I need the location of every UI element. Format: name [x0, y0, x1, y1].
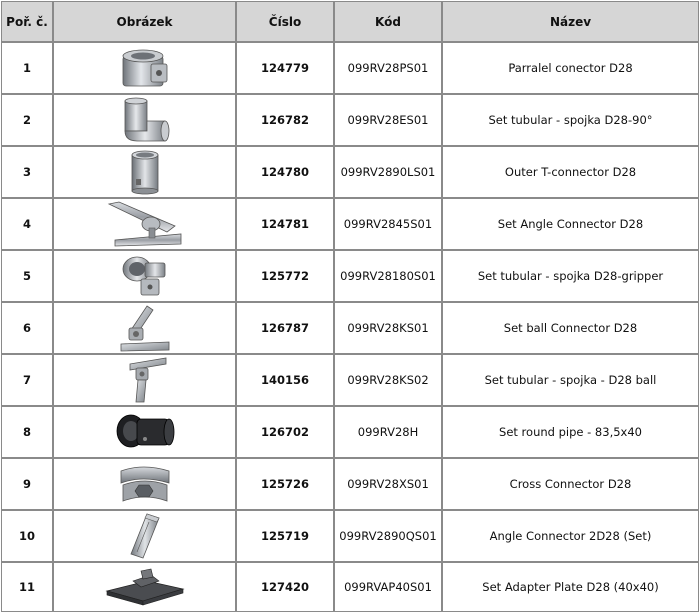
product-code: 099RV2890QS01: [334, 510, 442, 562]
header-kod: Kód: [334, 1, 442, 42]
row-number: 8: [1, 406, 53, 458]
parallel-connector-icon: [122, 49, 167, 87]
table-row: 3 124780 099RV2890LS01 Outer T-connector…: [1, 146, 699, 198]
cross-connector-icon: [120, 466, 169, 502]
table-row: 2 126782 099RV28ES01 Set tubular - spojk…: [1, 94, 699, 146]
header-cislo: Číslo: [236, 1, 334, 42]
angle-connector-icon: [107, 201, 181, 247]
row-number: 10: [1, 510, 53, 562]
table-row: 8 126702 099RV28H Set round pipe - 83,5x…: [1, 406, 699, 458]
row-number: 2: [1, 94, 53, 146]
product-name: Set tubular - spojka - D28 ball: [442, 354, 699, 406]
product-code: 099RV28XS01: [334, 458, 442, 510]
ball-connector-2-icon: [129, 357, 166, 403]
row-number: 4: [1, 198, 53, 250]
product-name: Angle Connector 2D28 (Set): [442, 510, 699, 562]
product-code: 099RV28180S01: [334, 250, 442, 302]
angle-connector-2d-icon: [129, 513, 160, 559]
product-image: [53, 302, 236, 354]
product-number: 126702: [236, 406, 334, 458]
product-code: 099RVAP40S01: [334, 562, 442, 612]
row-number: 7: [1, 354, 53, 406]
row-number: 1: [1, 42, 53, 94]
product-name: Set round pipe - 83,5x40: [442, 406, 699, 458]
product-name: Set tubular - spojka D28-90°: [442, 94, 699, 146]
product-image: [53, 198, 236, 250]
elbow-connector-icon: [124, 97, 169, 142]
product-name: Cross Connector D28: [442, 458, 699, 510]
product-name: Set Angle Connector D28: [442, 198, 699, 250]
product-code: 099RV2890LS01: [334, 146, 442, 198]
product-number: 125719: [236, 510, 334, 562]
product-name: Set Adapter Plate D28 (40x40): [442, 562, 699, 612]
product-image: [53, 146, 236, 198]
row-number: 3: [1, 146, 53, 198]
product-image: [53, 510, 236, 562]
table-row: 4 124781 099RV2845S01 Set Angle Connecto…: [1, 198, 699, 250]
product-image: [53, 94, 236, 146]
row-number: 5: [1, 250, 53, 302]
table-row: 7 140156 099RV28KS02 Set tubular - spojk…: [1, 354, 699, 406]
gripper-connector-icon: [122, 256, 165, 296]
header-image: Obrázek: [53, 1, 236, 42]
product-number: 127420: [236, 562, 334, 612]
product-number: 125772: [236, 250, 334, 302]
row-number: 6: [1, 302, 53, 354]
ball-connector-icon: [120, 305, 169, 352]
product-code: 099RV28KS01: [334, 302, 442, 354]
product-code: 099RV28H: [334, 406, 442, 458]
header-nazev: Název: [442, 1, 699, 42]
table-row: 5 125772 099RV28180S01 Set tubular - spo…: [1, 250, 699, 302]
product-name: Set tubular - spojka D28-gripper: [442, 250, 699, 302]
product-number: 140156: [236, 354, 334, 406]
product-image: [53, 406, 236, 458]
product-image: [53, 458, 236, 510]
t-connector-icon: [131, 150, 158, 195]
product-name: Set ball Connector D28: [442, 302, 699, 354]
product-image: [53, 354, 236, 406]
product-number: 126787: [236, 302, 334, 354]
parts-table: Poř. č. Obrázek Číslo Kód Název 1 124779: [1, 1, 699, 612]
product-number: 124781: [236, 198, 334, 250]
header-row: Poř. č. Obrázek Číslo Kód Název: [1, 1, 699, 42]
table-row: 10 125719 099RV2890QS01 Angle Connector …: [1, 510, 699, 562]
product-number: 124779: [236, 42, 334, 94]
round-pipe-icon: [116, 414, 174, 448]
product-image: [53, 42, 236, 94]
product-code: 099RV28KS02: [334, 354, 442, 406]
product-name: Outer T-connector D28: [442, 146, 699, 198]
adapter-plate-icon: [104, 568, 185, 606]
product-name: Parralel conector D28: [442, 42, 699, 94]
product-code: 099RV28ES01: [334, 94, 442, 146]
product-code: 099RV28PS01: [334, 42, 442, 94]
product-image: [53, 562, 236, 612]
header-num: Poř. č.: [1, 1, 53, 42]
table-row: 6 126787 099RV28KS01 Set ball Connector …: [1, 302, 699, 354]
table-row: 1 124779 099RV28PS01 Parralel conector D…: [1, 42, 699, 94]
product-number: 126782: [236, 94, 334, 146]
table-row: 9 125726 099RV28XS01 Cross Connector D28: [1, 458, 699, 510]
table-row: 11 127420 099RVAP40S01 Set Adapter Plate…: [1, 562, 699, 612]
row-number: 9: [1, 458, 53, 510]
product-number: 124780: [236, 146, 334, 198]
product-code: 099RV2845S01: [334, 198, 442, 250]
product-number: 125726: [236, 458, 334, 510]
product-image: [53, 250, 236, 302]
row-number: 11: [1, 562, 53, 612]
